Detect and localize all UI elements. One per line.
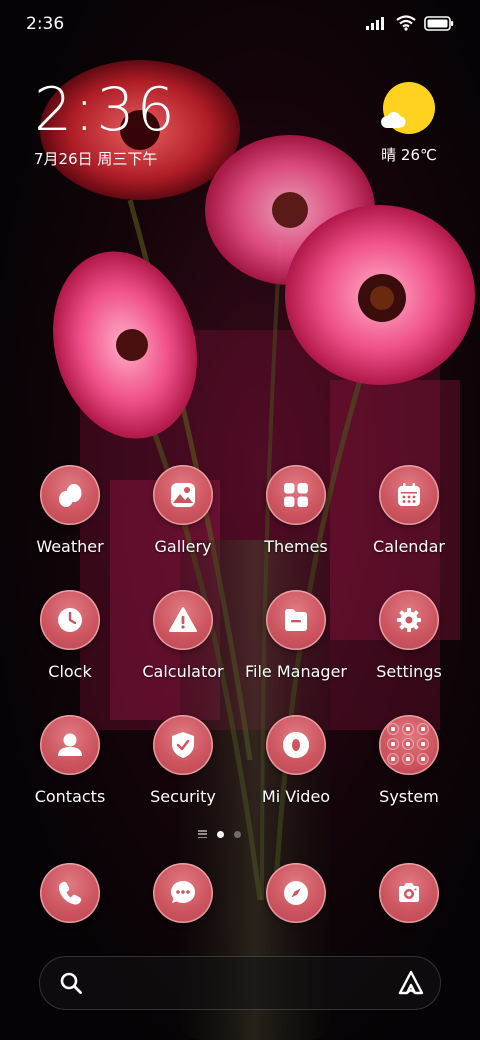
- app-label: Security: [150, 787, 216, 806]
- messages-icon: [153, 863, 213, 923]
- status-time: 2:36: [26, 14, 65, 34]
- app-system-folder[interactable]: System: [353, 715, 465, 806]
- battery-icon: [424, 15, 454, 31]
- dock-phone[interactable]: [14, 863, 126, 923]
- calculator-icon: [153, 590, 213, 650]
- page-dot-active[interactable]: [217, 830, 224, 838]
- page-indicator[interactable]: [198, 830, 241, 838]
- calendar-icon: [379, 465, 439, 525]
- app-label: File Manager: [245, 662, 347, 681]
- camera-icon: [379, 863, 439, 923]
- search-bar[interactable]: [39, 956, 441, 1010]
- folder-icon: [379, 715, 439, 775]
- app-label: Settings: [376, 662, 442, 681]
- search-icon[interactable]: [59, 971, 83, 995]
- app-security[interactable]: Security: [127, 715, 239, 806]
- status-bar: 2:36: [0, 0, 480, 50]
- weather-condition: 晴 26℃: [381, 146, 437, 164]
- app-calculator[interactable]: Calculator: [127, 590, 239, 681]
- home-screen: 2:36 2:36 7月26日 周三下午 晴 26℃ Weather Galle…: [0, 0, 480, 1040]
- browser-icon: [266, 863, 326, 923]
- app-weather[interactable]: Weather: [14, 465, 126, 556]
- app-clock[interactable]: Clock: [14, 590, 126, 681]
- app-gallery[interactable]: Gallery: [127, 465, 239, 556]
- app-calendar[interactable]: Calendar: [353, 465, 465, 556]
- security-icon: [153, 715, 213, 775]
- app-label: Themes: [264, 537, 328, 556]
- gallery-icon: [153, 465, 213, 525]
- app-label: Clock: [48, 662, 92, 681]
- clock-widget-date: 7月26日 周三下午: [34, 150, 158, 168]
- sunny-cloud-icon: [381, 82, 435, 134]
- weather-icon: [40, 465, 100, 525]
- dock-messages[interactable]: [127, 863, 239, 923]
- clock-widget[interactable]: 2:36 7月26日 周三下午: [34, 78, 254, 169]
- app-label: Weather: [36, 537, 104, 556]
- app-list-indicator[interactable]: [198, 830, 207, 838]
- phone-icon: [40, 863, 100, 923]
- mi-video-icon: [266, 715, 326, 775]
- settings-icon: [379, 590, 439, 650]
- clock-widget-time: 2:36: [34, 75, 177, 145]
- themes-icon: [266, 465, 326, 525]
- dock-browser[interactable]: [240, 863, 352, 923]
- app-label: Contacts: [34, 787, 106, 806]
- app-label: Calendar: [373, 537, 445, 556]
- dock-camera[interactable]: [353, 863, 465, 923]
- contacts-icon: [40, 715, 100, 775]
- app-label: Mi Video: [261, 787, 331, 806]
- app-themes[interactable]: Themes: [240, 465, 352, 556]
- wifi-icon: [396, 15, 416, 31]
- app-label: Calculator: [142, 662, 224, 681]
- app-file-manager[interactable]: File Manager: [240, 590, 352, 681]
- app-mi-video[interactable]: Mi Video: [240, 715, 352, 806]
- clock-icon: [40, 590, 100, 650]
- app-contacts[interactable]: Contacts: [14, 715, 126, 806]
- status-icons: [366, 15, 454, 31]
- file-manager-icon: [266, 590, 326, 650]
- assistant-icon[interactable]: [397, 969, 425, 997]
- app-settings[interactable]: Settings: [353, 590, 465, 681]
- app-label: System: [379, 787, 439, 806]
- weather-widget[interactable]: 晴 26℃: [374, 82, 444, 165]
- signal-icon: [366, 17, 384, 30]
- page-dot[interactable]: [234, 830, 241, 838]
- app-label: Gallery: [154, 537, 212, 556]
